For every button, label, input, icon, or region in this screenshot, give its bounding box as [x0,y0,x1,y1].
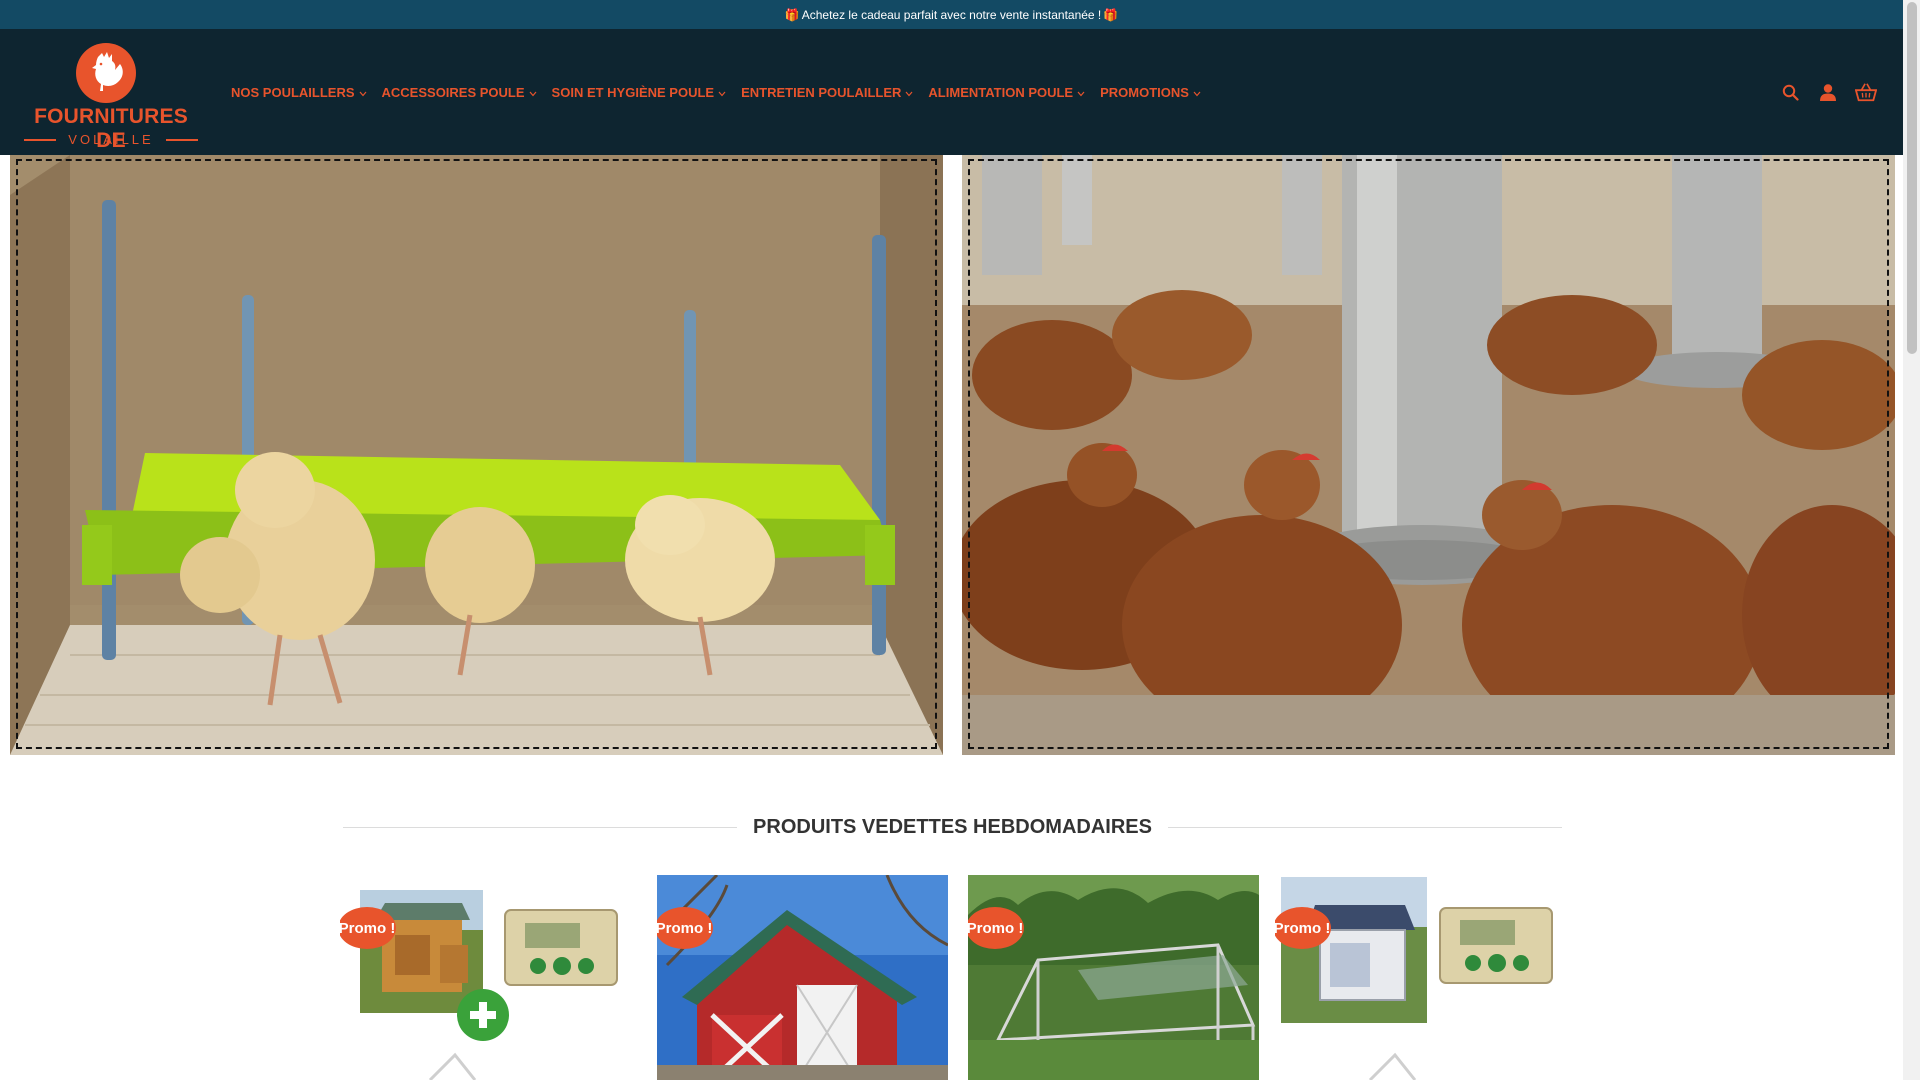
product-card[interactable]: Promo ! [968,875,1259,1080]
promo-badge: Promo ! [340,907,396,949]
rooster-icon [76,43,136,103]
section-title: PRODUITS VEDETTES HEBDOMADAIRES [753,815,1152,838]
nav-item-promotions[interactable]: PROMOTIONS [1100,85,1201,100]
logo-rule [165,138,198,141]
promo-badge: Promo ! [1275,907,1331,949]
nav-item-label: ACCESSOIRES POULE [381,84,525,100]
nav-item-accessoires[interactable]: ACCESSOIRES POULE [382,85,537,100]
nav-item-label: ALIMENTATION POULE [928,84,1074,100]
product-image [340,875,631,1080]
product-image [1275,875,1566,1080]
chicks-brooder-image [10,155,943,755]
divider [343,826,738,828]
logo-subtitle-text: VOLAILLE [68,132,154,147]
scrollbar-thumb[interactable] [1907,2,1917,354]
featured-section-header: PRODUITS VEDETTES HEBDOMADAIRES [343,810,1562,844]
chevron-down-icon [1077,85,1085,100]
nav-item-poulaillers[interactable]: NOS POULAILLERS [231,85,367,100]
product-image [968,875,1259,1080]
nav-item-label: NOS POULAILLERS [231,84,355,100]
main-nav: NOS POULAILLERS ACCESSOIRES POULE SOIN E… [231,29,1216,155]
nav-item-label: ENTRETIEN POULAILLER [741,84,902,100]
site-header: FOURNITURES DE VOLAILLE NOS POULAILLERS … [0,29,1903,155]
promo-badge: Promo ! [657,907,713,949]
chevron-down-icon [529,85,537,100]
divider [1167,826,1562,828]
page: 🎁 Achetez le cadeau parfait avec notre v… [0,0,1920,1080]
hero-banner-chicks[interactable] [10,155,943,755]
header-actions [1779,29,1877,155]
promo-badge: Promo ! [968,907,1024,949]
site-logo[interactable]: FOURNITURES DE VOLAILLE [18,41,204,152]
nav-item-label: SOIN ET HYGIÈNE POULE [551,84,715,100]
chevron-down-icon [905,85,913,100]
nav-item-soin-hygiene[interactable]: SOIN ET HYGIÈNE POULE [552,85,727,100]
product-card[interactable]: Promo ! [657,875,948,1080]
hero-banner-hens[interactable] [962,155,1895,755]
account-icon[interactable] [1817,81,1839,103]
page-scrollbar[interactable] [1903,0,1920,1080]
cart-icon[interactable] [1855,81,1877,103]
chevron-down-icon [718,85,726,100]
announcement-text: Achetez le cadeau parfait avec notre ven… [801,7,1102,22]
gift-icon: 🎁 [1103,7,1119,22]
logo-rule [24,138,57,141]
search-icon[interactable] [1779,81,1801,103]
product-card[interactable]: Promo ! [340,875,631,1080]
gift-icon: 🎁 [784,7,800,22]
logo-subtitle: VOLAILLE [18,132,204,147]
hens-feeder-image [962,155,1895,755]
chevron-down-icon [359,85,367,100]
product-card[interactable]: Promo ! [1275,875,1566,1080]
chevron-down-icon [1193,85,1201,100]
announcement-bar: 🎁 Achetez le cadeau parfait avec notre v… [0,0,1903,29]
nav-item-label: PROMOTIONS [1100,84,1189,100]
nav-item-alimentation[interactable]: ALIMENTATION POULE [928,85,1085,100]
product-image [657,875,948,1080]
nav-item-entretien[interactable]: ENTRETIEN POULAILLER [741,85,913,100]
